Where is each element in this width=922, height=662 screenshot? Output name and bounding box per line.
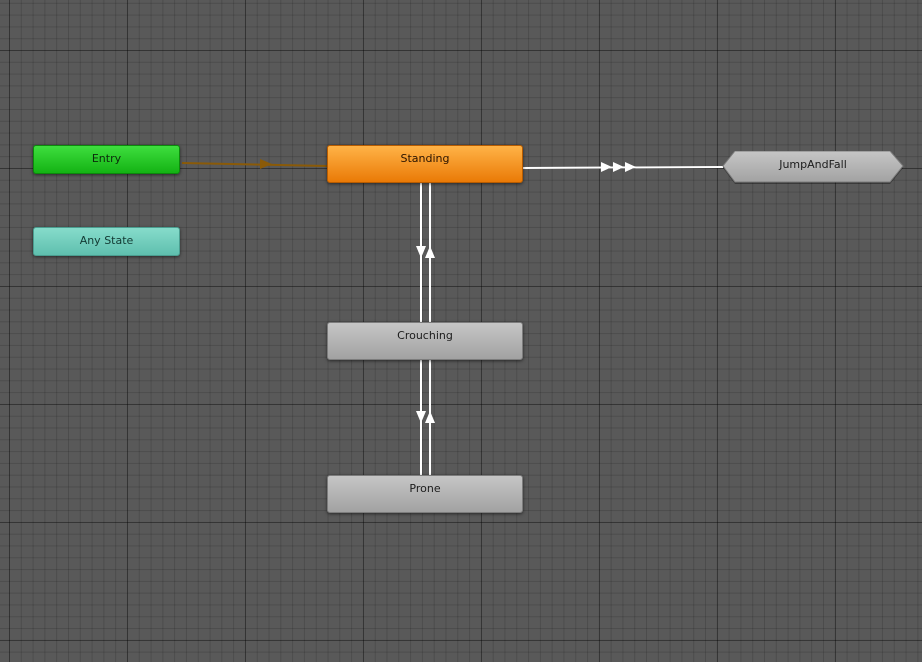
entry-node-label: Entry (91, 152, 122, 165)
prone-state-node[interactable]: Prone (327, 475, 523, 513)
entry-node[interactable]: Entry (33, 145, 180, 174)
transition-arrow-icon (613, 162, 624, 172)
transition-arrow-icon (601, 162, 612, 172)
transition-standing-to-jumpandfall[interactable] (522, 162, 724, 172)
transition-arrow-icon (425, 411, 435, 423)
transition-arrow-icon (416, 246, 426, 258)
transition-arrow-icon (425, 246, 435, 258)
jumpandfall-label: JumpAndFall (779, 158, 847, 171)
jumpandfall-substatemachine-node[interactable]: JumpAndFall (722, 151, 904, 184)
transition-arrow-icon (416, 411, 426, 423)
standing-state-node[interactable]: Standing (327, 145, 523, 183)
transition-crouching-to-standing[interactable] (425, 183, 435, 322)
transition-crouching-to-prone[interactable] (416, 360, 426, 475)
any-state-node[interactable]: Any State (33, 227, 180, 256)
transition-entry-to-standing[interactable] (181, 159, 328, 169)
standing-state-label: Standing (400, 152, 450, 165)
transition-prone-to-crouching[interactable] (425, 360, 435, 475)
transition-standing-to-crouching[interactable] (416, 183, 426, 322)
crouching-state-label: Crouching (397, 329, 453, 342)
any-state-node-label: Any State (79, 234, 134, 247)
prone-state-label: Prone (409, 482, 441, 495)
transition-arrow-icon (260, 159, 272, 169)
crouching-state-node[interactable]: Crouching (327, 322, 523, 360)
transition-arrow-icon (625, 162, 636, 172)
